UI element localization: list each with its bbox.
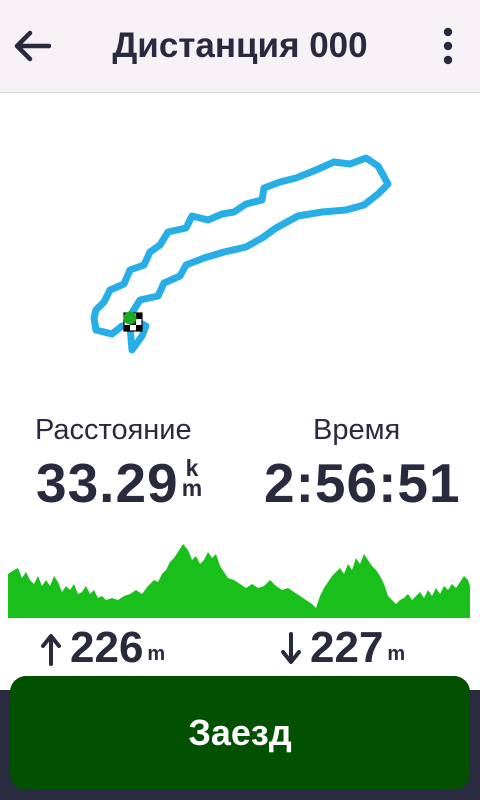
- time-value: 2:56:51: [264, 452, 461, 514]
- elevation-area: [8, 544, 470, 618]
- arrow-up-icon: [41, 634, 61, 666]
- descent-stat: 227 m: [280, 622, 405, 672]
- descent-value: 227: [310, 623, 384, 672]
- ascent-value: 226: [70, 623, 144, 672]
- distance-label: Расстояние: [35, 414, 192, 446]
- distance-value: 33.29: [36, 452, 179, 514]
- ascent-stat: 226 m: [40, 622, 165, 672]
- overflow-menu-button[interactable]: [430, 24, 466, 68]
- ride-button[interactable]: Заезд: [10, 676, 470, 790]
- arrow-down-icon: [281, 632, 301, 664]
- ascent-unit: m: [147, 643, 166, 665]
- distance-unit: k m: [181, 455, 203, 501]
- start-point-marker: [123, 311, 137, 325]
- descent-unit: m: [387, 643, 406, 665]
- time-label: Время: [313, 414, 401, 446]
- route-map[interactable]: [0, 93, 480, 393]
- elevation-profile: [8, 540, 470, 620]
- vertical-dots-icon: [443, 27, 453, 65]
- top-app-bar: Дистанция 000: [0, 0, 480, 93]
- page-title: Дистанция 000: [112, 26, 368, 65]
